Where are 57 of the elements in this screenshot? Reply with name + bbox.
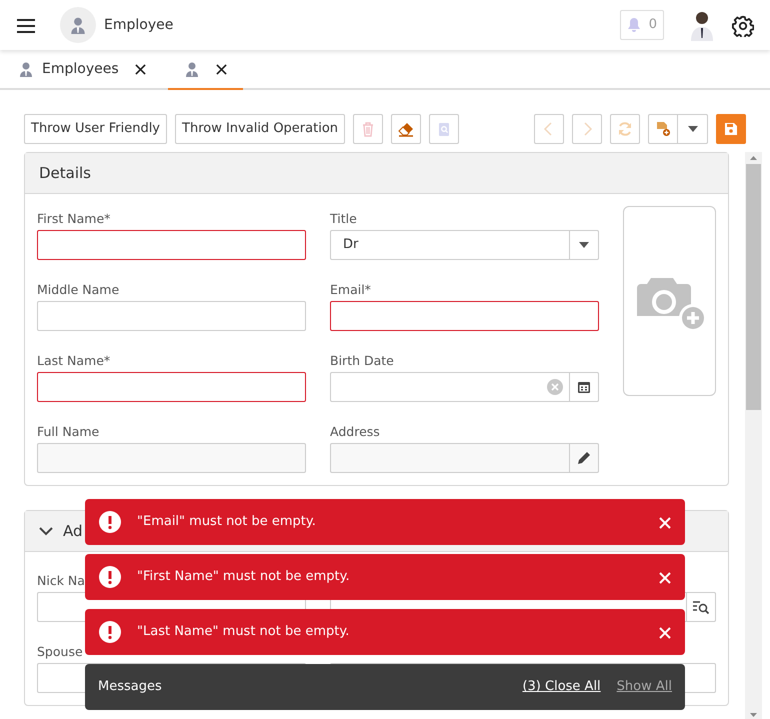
document-add-icon — [655, 121, 671, 137]
settings-icon — [732, 14, 754, 37]
field-label: First Name* — [37, 210, 110, 228]
caret-icon — [579, 242, 589, 248]
field-label: Full Name — [37, 423, 100, 442]
icon-button[interactable] — [391, 114, 422, 144]
scrollbar-thumb[interactable] — [746, 164, 761, 410]
close-icon[interactable] — [216, 64, 227, 74]
close-icon[interactable] — [134, 64, 146, 74]
show-all-link[interactable]: Show All — [616, 677, 672, 697]
clear-icon — [547, 379, 563, 395]
error-icon — [99, 566, 121, 588]
field-label: Birth Date — [330, 352, 394, 370]
close-all-link[interactable]: (3) Close All — [522, 677, 601, 697]
error-message: "Email" must not be empty. — [137, 513, 317, 532]
refresh-icon — [617, 121, 633, 137]
field-label: Middle Name — [37, 281, 120, 300]
input-field[interactable] — [37, 372, 306, 402]
panel-title: Ad — [63, 520, 83, 542]
pencil-icon — [576, 450, 592, 466]
scrollbar[interactable] — [745, 152, 762, 719]
dropdown-button[interactable] — [678, 114, 708, 144]
toolbar-button[interactable]: Throw User Friendly — [24, 114, 168, 144]
field-label: Last Name* — [37, 352, 110, 370]
eraser-icon — [398, 121, 414, 137]
settings-button[interactable] — [732, 13, 754, 37]
person-icon — [184, 61, 200, 77]
save-button[interactable] — [716, 114, 746, 144]
toolbar-button[interactable]: Throw Invalid Operation — [175, 114, 346, 144]
tab[interactable]: Employees — [2, 50, 162, 90]
close-icon — [659, 516, 671, 529]
input-field[interactable] — [37, 230, 306, 260]
caret-icon — [688, 126, 698, 132]
error-message: "First Name" must not be empty. — [137, 568, 351, 586]
calendar-icon — [577, 380, 591, 394]
title-dropdown[interactable]: Dr — [330, 230, 599, 260]
error-icon — [99, 511, 121, 533]
messages-title: Messages — [98, 678, 162, 696]
input-field[interactable] — [330, 301, 599, 331]
person-icon — [18, 61, 34, 77]
person-icon — [69, 16, 87, 34]
field-label: Address — [330, 423, 380, 442]
bell-icon — [626, 17, 641, 33]
list-search-icon — [692, 599, 710, 615]
close-icon — [659, 572, 671, 584]
user-avatar[interactable] — [688, 9, 716, 41]
close-icon — [659, 626, 671, 639]
menu-icon — [16, 18, 36, 34]
field-label: Email* — [330, 281, 371, 300]
panel-title: Details — [39, 162, 92, 184]
field-label: Title — [330, 210, 357, 228]
field-label: Nick Na — [37, 572, 85, 590]
error-icon — [99, 621, 121, 643]
error-message: "Last Name" must not be empty. — [137, 623, 350, 642]
new-record-button[interactable] — [648, 114, 678, 144]
field-label: Spouse — [37, 643, 83, 662]
page-title: Employee — [104, 16, 174, 34]
